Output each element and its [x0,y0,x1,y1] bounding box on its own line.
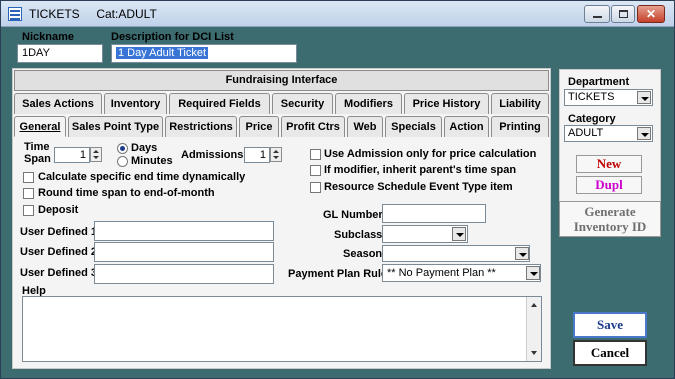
calc-end-time-label: Calculate specific end time dynamically [38,171,246,183]
deposit-checkbox[interactable] [23,205,34,216]
tab-specials[interactable]: Specials [385,116,442,137]
generate-inventory-id-button[interactable]: Generate Inventory ID [559,201,661,237]
department-dropdown-icon[interactable] [637,91,651,104]
inherit-time-checkbox[interactable] [310,165,321,176]
user-defined-1-label: User Defined 1 [20,226,98,238]
minimize-icon [593,16,602,18]
user-defined-3-label: User Defined 3 [20,267,98,279]
time-span-input[interactable]: 1 [54,147,90,163]
tab-inventory[interactable]: Inventory [104,93,167,114]
tab-liability[interactable]: Liability [491,93,549,114]
tab-profit-ctrs[interactable]: Profit Ctrs [281,116,345,137]
payment-plan-dropdown-icon[interactable] [526,266,540,280]
round-time-checkbox[interactable] [23,188,34,199]
scroll-down-icon[interactable] [531,351,537,355]
user-defined-3-input[interactable] [94,264,274,284]
new-button[interactable]: New [576,155,642,173]
admissions-spinner[interactable] [270,147,282,162]
help-textarea[interactable] [22,296,542,362]
item-setup-window: TICKETS Cat:ADULT ✕ Nickname 1DAY Descri… [0,0,675,379]
tab-price[interactable]: Price [239,116,279,137]
close-icon: ✕ [645,7,657,21]
time-span-spinner[interactable] [90,147,102,162]
inherit-time-label: If modifier, inherit parent's time span [324,164,517,176]
description-selected-text: 1 Day Adult Ticket [116,47,209,59]
department-label: Department [568,76,630,88]
dupl-button[interactable]: Dupl [576,176,642,194]
payment-plan-select[interactable]: ** No Payment Plan ** [382,264,541,282]
time-span-label: Time Span [24,141,51,165]
days-radio[interactable] [117,143,128,154]
use-admission-checkbox[interactable] [310,149,321,160]
calc-end-time-checkbox[interactable] [23,172,34,183]
subclass-label: Subclass [334,229,383,241]
tab-web[interactable]: Web [347,116,383,137]
tab-price-history[interactable]: Price History [404,93,489,114]
gl-number-input[interactable] [382,204,486,223]
app-icon [8,7,22,21]
close-button[interactable]: ✕ [637,5,665,23]
deposit-label: Deposit [38,204,79,216]
resource-schedule-label: Resource Schedule Event Type item [324,181,513,193]
gl-number-label: GL Number [323,209,383,221]
nickname-input[interactable]: 1DAY [17,44,103,63]
tab-sales-point-type[interactable]: Sales Point Type [68,116,163,137]
tab-restrictions[interactable]: Restrictions [165,116,237,137]
season-select[interactable] [382,245,530,262]
window-title: TICKETS Cat:ADULT [29,7,157,21]
user-defined-1-input[interactable] [94,221,274,241]
cancel-button[interactable]: Cancel [573,340,647,366]
payment-plan-rule-label: Payment Plan Rule [288,268,388,280]
round-time-label: Round time span to end-of-month [38,187,215,199]
tab-action[interactable]: Action [444,116,489,137]
category-dropdown-icon[interactable] [637,127,651,140]
restore-icon [619,10,628,18]
minutes-label: Minutes [131,155,173,167]
tab-sales-actions[interactable]: Sales Actions [14,93,102,114]
minutes-radio[interactable] [117,156,128,167]
category-label: Category [568,113,616,125]
description-input[interactable]: 1 Day Adult Ticket [111,44,297,63]
admissions-input[interactable]: 1 [244,147,270,163]
use-admission-label: Use Admission only for price calculation [324,148,537,160]
user-defined-2-input[interactable] [94,242,274,262]
fundraising-interface-tab[interactable]: Fundraising Interface [14,70,549,91]
tab-security[interactable]: Security [272,93,333,114]
title-bar: TICKETS Cat:ADULT ✕ [1,1,674,27]
admissions-label: Admissions [181,149,244,161]
resource-schedule-checkbox[interactable] [310,182,321,193]
save-button[interactable]: Save [573,312,647,338]
user-defined-2-label: User Defined 2 [20,246,98,258]
days-label: Days [131,142,158,154]
tab-required-fields[interactable]: Required Fields [169,93,270,114]
tab-printing[interactable]: Printing [491,116,549,137]
description-label: Description for DCI List [111,31,234,43]
subclass-dropdown-icon[interactable] [452,227,466,241]
maximize-button[interactable] [611,5,635,23]
minimize-button[interactable] [584,5,610,23]
tab-modifiers[interactable]: Modifiers [335,93,402,114]
season-dropdown-icon[interactable] [515,247,529,260]
help-scrollbar[interactable] [526,297,541,361]
nickname-label: Nickname [22,31,74,43]
scroll-up-icon[interactable] [531,303,537,307]
tab-general[interactable]: General [14,116,66,137]
season-label: Season [343,248,383,260]
